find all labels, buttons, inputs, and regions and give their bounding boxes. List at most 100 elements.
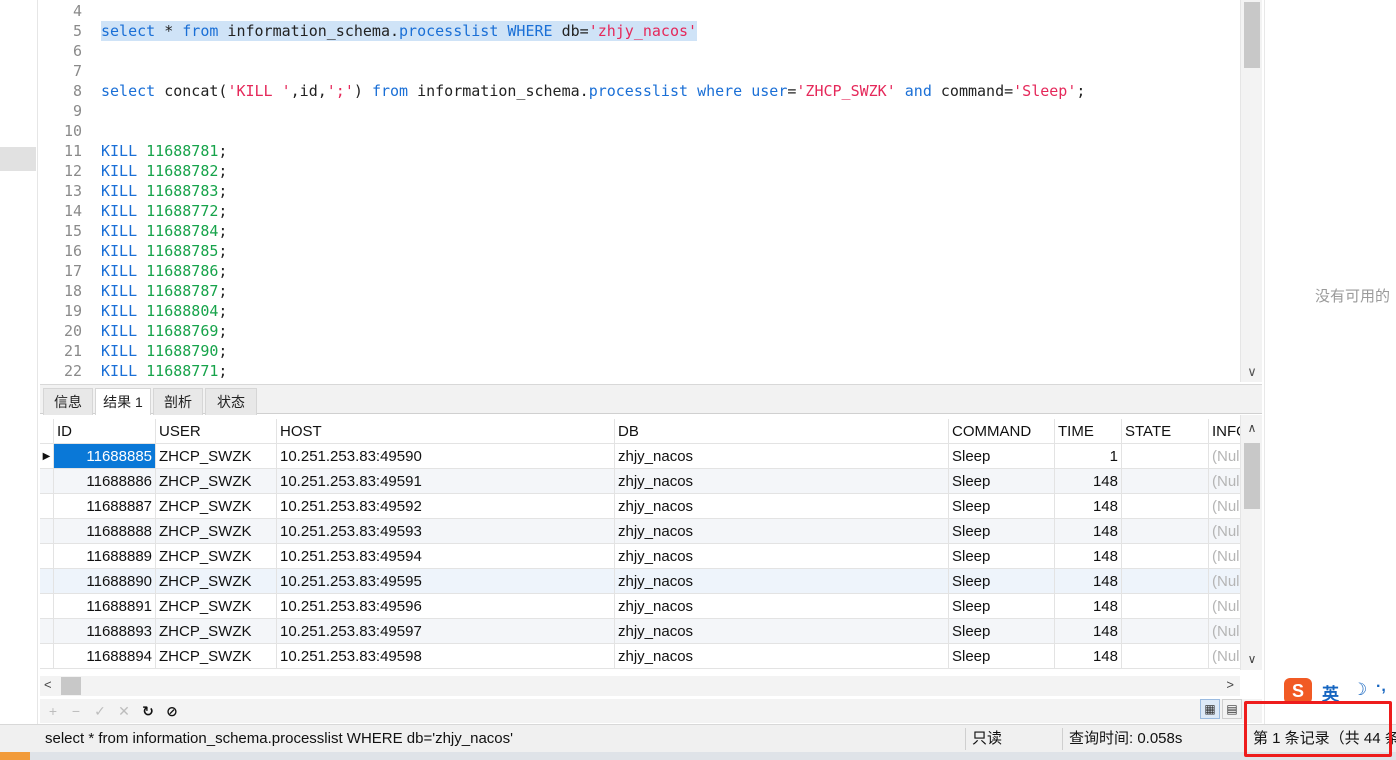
cell-command[interactable]: Sleep: [949, 494, 1055, 519]
code-line[interactable]: 8 select concat('KILL ',id,';') from info…: [40, 81, 1240, 101]
cell-user[interactable]: ZHCP_SWZK: [156, 444, 277, 469]
current-row-indicator-icon[interactable]: ▶: [40, 444, 54, 469]
editor-scroll-thumb[interactable]: [1244, 2, 1260, 68]
row-indicator[interactable]: [40, 619, 54, 644]
cell-host[interactable]: 10.251.253.83:49591: [277, 469, 615, 494]
cell-id[interactable]: 11688890: [54, 569, 156, 594]
code-line[interactable]: 21 KILL 11688790;: [40, 341, 1240, 361]
form-view-icon[interactable]: ▤: [1222, 699, 1242, 719]
row-indicator[interactable]: [40, 494, 54, 519]
row-indicator[interactable]: [40, 544, 54, 569]
code-line[interactable]: 4: [40, 1, 1240, 21]
cell-host[interactable]: 10.251.253.83:49598: [277, 644, 615, 669]
scroll-right-icon[interactable]: >: [1226, 677, 1234, 692]
discard-changes-icon[interactable]: ✕: [114, 701, 134, 721]
cell-time[interactable]: 148: [1055, 619, 1122, 644]
cell-time[interactable]: 148: [1055, 519, 1122, 544]
tab-status[interactable]: 状态: [205, 388, 257, 415]
cell-host[interactable]: 10.251.253.83:49594: [277, 544, 615, 569]
cell-db[interactable]: zhjy_nacos: [615, 469, 949, 494]
cell-user[interactable]: ZHCP_SWZK: [156, 569, 277, 594]
row-indicator[interactable]: [40, 569, 54, 594]
cell-db[interactable]: zhjy_nacos: [615, 644, 949, 669]
scroll-down-icon[interactable]: ∨: [1241, 652, 1263, 666]
table-row[interactable]: ▶ 11688885 ZHCP_SWZK 10.251.253.83:49590 zhj…: [40, 444, 1249, 469]
code-line[interactable]: 20 KILL 11688769;: [40, 321, 1240, 341]
cell-time[interactable]: 148: [1055, 544, 1122, 569]
code-line[interactable]: 6: [40, 41, 1240, 61]
cell-db[interactable]: zhjy_nacos: [615, 519, 949, 544]
code-line[interactable]: 13 KILL 11688783;: [40, 181, 1240, 201]
cell-state[interactable]: [1122, 619, 1209, 644]
editor-vertical-scrollbar[interactable]: ∨: [1240, 0, 1262, 382]
tab-profile[interactable]: 剖析: [153, 388, 203, 415]
code-line[interactable]: 7: [40, 61, 1240, 81]
cell-time[interactable]: 148: [1055, 644, 1122, 669]
column-header-id[interactable]: ID: [54, 419, 156, 444]
cell-state[interactable]: [1122, 569, 1209, 594]
column-header-user[interactable]: USER: [156, 419, 277, 444]
table-row[interactable]: 11688890 ZHCP_SWZK 10.251.253.83:49595 zhjy…: [40, 569, 1249, 594]
cell-id[interactable]: 11688889: [54, 544, 156, 569]
moon-icon[interactable]: ☽: [1352, 680, 1367, 700]
column-header-command[interactable]: COMMAND: [949, 419, 1055, 444]
cell-command[interactable]: Sleep: [949, 544, 1055, 569]
cell-state[interactable]: [1122, 444, 1209, 469]
cell-host[interactable]: 10.251.253.83:49596: [277, 594, 615, 619]
cell-user[interactable]: ZHCP_SWZK: [156, 469, 277, 494]
cell-id[interactable]: 11688885: [54, 444, 156, 469]
cell-db[interactable]: zhjy_nacos: [615, 619, 949, 644]
cell-id[interactable]: 11688894: [54, 644, 156, 669]
cell-db[interactable]: zhjy_nacos: [615, 569, 949, 594]
delete-record-icon[interactable]: −: [66, 701, 86, 721]
grid-scroll-thumb[interactable]: [1244, 443, 1260, 509]
cell-db[interactable]: zhjy_nacos: [615, 494, 949, 519]
row-indicator[interactable]: [40, 644, 54, 669]
cell-state[interactable]: [1122, 469, 1209, 494]
cell-time[interactable]: 148: [1055, 494, 1122, 519]
code-line[interactable]: 14 KILL 11688772;: [40, 201, 1240, 221]
scroll-up-icon[interactable]: ∧: [1241, 421, 1263, 435]
column-header-host[interactable]: HOST: [277, 419, 615, 444]
column-header-time[interactable]: TIME: [1055, 419, 1122, 444]
row-indicator[interactable]: [40, 519, 54, 544]
code-line[interactable]: 19 KILL 11688804;: [40, 301, 1240, 321]
stop-icon[interactable]: ⊘: [162, 701, 182, 721]
tab-info[interactable]: 信息: [43, 388, 93, 415]
code-line[interactable]: 10: [40, 121, 1240, 141]
code-line[interactable]: 17 KILL 11688786;: [40, 261, 1240, 281]
cell-id[interactable]: 11688887: [54, 494, 156, 519]
cell-id[interactable]: 11688891: [54, 594, 156, 619]
code-line[interactable]: 12 KILL 11688782;: [40, 161, 1240, 181]
table-row[interactable]: 11688891 ZHCP_SWZK 10.251.253.83:49596 zhjy…: [40, 594, 1249, 619]
cell-host[interactable]: 10.251.253.83:49590: [277, 444, 615, 469]
cell-user[interactable]: ZHCP_SWZK: [156, 644, 277, 669]
cell-command[interactable]: Sleep: [949, 619, 1055, 644]
cell-command[interactable]: Sleep: [949, 519, 1055, 544]
code-line[interactable]: 5 select * from information_schema.proces…: [40, 21, 1240, 41]
table-row[interactable]: 11688894 ZHCP_SWZK 10.251.253.83:49598 zhjy…: [40, 644, 1249, 669]
add-record-icon[interactable]: +: [43, 701, 63, 721]
code-line[interactable]: 22 KILL 11688771;: [40, 361, 1240, 381]
sql-editor[interactable]: 4 5 select * from information_schema.proce…: [40, 0, 1262, 382]
cell-host[interactable]: 10.251.253.83:49593: [277, 519, 615, 544]
cell-user[interactable]: ZHCP_SWZK: [156, 519, 277, 544]
cell-command[interactable]: Sleep: [949, 594, 1055, 619]
cell-host[interactable]: 10.251.253.83:49592: [277, 494, 615, 519]
cell-state[interactable]: [1122, 594, 1209, 619]
cell-db[interactable]: zhjy_nacos: [615, 544, 949, 569]
cell-time[interactable]: 148: [1055, 469, 1122, 494]
code-line[interactable]: 9: [40, 101, 1240, 121]
cell-id[interactable]: 11688893: [54, 619, 156, 644]
code-line[interactable]: 18 KILL 11688787;: [40, 281, 1240, 301]
cell-time[interactable]: 148: [1055, 594, 1122, 619]
punctuation-icon[interactable]: ·,: [1376, 678, 1386, 696]
code-line[interactable]: 11 KILL 11688781;: [40, 141, 1240, 161]
cell-db[interactable]: zhjy_nacos: [615, 444, 949, 469]
cell-command[interactable]: Sleep: [949, 644, 1055, 669]
table-row[interactable]: 11688893 ZHCP_SWZK 10.251.253.83:49597 zhjy…: [40, 619, 1249, 644]
table-row[interactable]: 11688886 ZHCP_SWZK 10.251.253.83:49591 zhjy…: [40, 469, 1249, 494]
grid-hscroll-thumb[interactable]: [61, 677, 81, 695]
cell-state[interactable]: [1122, 544, 1209, 569]
apply-changes-icon[interactable]: ✓: [90, 701, 110, 721]
